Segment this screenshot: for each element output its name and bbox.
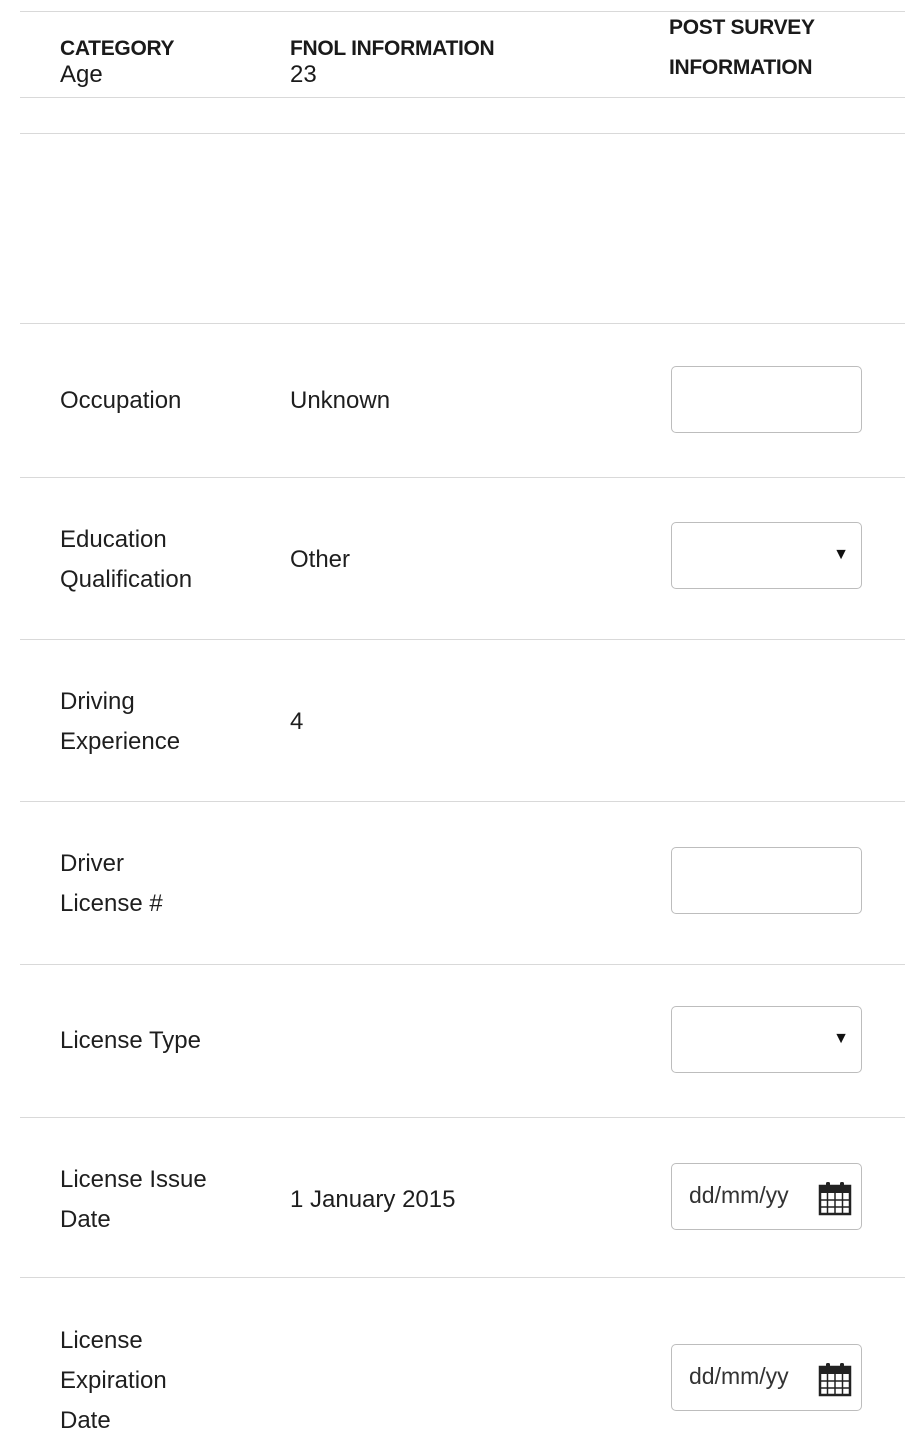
driving-experience-label-line2: Experience: [60, 728, 181, 755]
divider: [20, 1277, 905, 1278]
license-issue-date-label-line2: Date: [60, 1206, 111, 1233]
chevron-down-icon: ▼: [833, 1030, 849, 1047]
license-type-label: License Type: [60, 1027, 201, 1054]
license-issue-date-label-line1: License Issue: [60, 1166, 207, 1193]
driver-license-label-line2: License #: [60, 890, 163, 917]
education-label-line2: Qualification: [60, 566, 193, 593]
license-expiration-date-label-line2: Expiration: [60, 1367, 167, 1394]
driving-experience-label-line1: Driving: [60, 688, 135, 715]
driving-experience-fnol-value: 4: [290, 708, 304, 735]
license-expiration-date-label-line3: Date: [60, 1407, 111, 1434]
divider: [20, 133, 905, 134]
age-label: Age: [60, 61, 103, 88]
category-header: CATEGORY: [60, 37, 175, 60]
divider: [20, 964, 905, 965]
post-survey-header-line1: POST SURVEY: [669, 16, 815, 39]
divider: [20, 477, 905, 478]
chevron-down-icon: ▼: [833, 546, 849, 563]
driver-license-input[interactable]: [671, 847, 862, 914]
divider: [20, 323, 905, 324]
license-issue-date-input[interactable]: dd/mm/yy: [671, 1163, 862, 1230]
divider: [20, 11, 905, 12]
license-expiration-date-input[interactable]: dd/mm/yy: [671, 1344, 862, 1411]
calendar-icon[interactable]: [817, 1180, 853, 1216]
occupation-label: Occupation: [60, 387, 182, 414]
calendar-icon[interactable]: [817, 1361, 853, 1397]
post-survey-header-line2: INFORMATION: [669, 56, 813, 79]
divider: [20, 639, 905, 640]
occupation-input[interactable]: [671, 366, 862, 433]
divider: [20, 97, 905, 98]
divider: [20, 801, 905, 802]
education-select[interactable]: ▼: [671, 522, 862, 589]
occupation-fnol-value: Unknown: [290, 387, 391, 414]
fnol-information-header: FNOL INFORMATION: [290, 37, 495, 60]
driver-license-label-line1: Driver: [60, 850, 124, 877]
date-placeholder: dd/mm/yy: [689, 1182, 789, 1208]
license-issue-date-fnol-value: 1 January 2015: [290, 1186, 456, 1213]
age-fnol-value: 23: [290, 61, 317, 88]
date-placeholder: dd/mm/yy: [689, 1363, 789, 1389]
license-expiration-date-label-line1: License: [60, 1327, 143, 1354]
education-label-line1: Education: [60, 526, 167, 553]
education-fnol-value: Other: [290, 546, 351, 573]
divider: [20, 1117, 905, 1118]
license-type-select[interactable]: ▼: [671, 1006, 862, 1073]
